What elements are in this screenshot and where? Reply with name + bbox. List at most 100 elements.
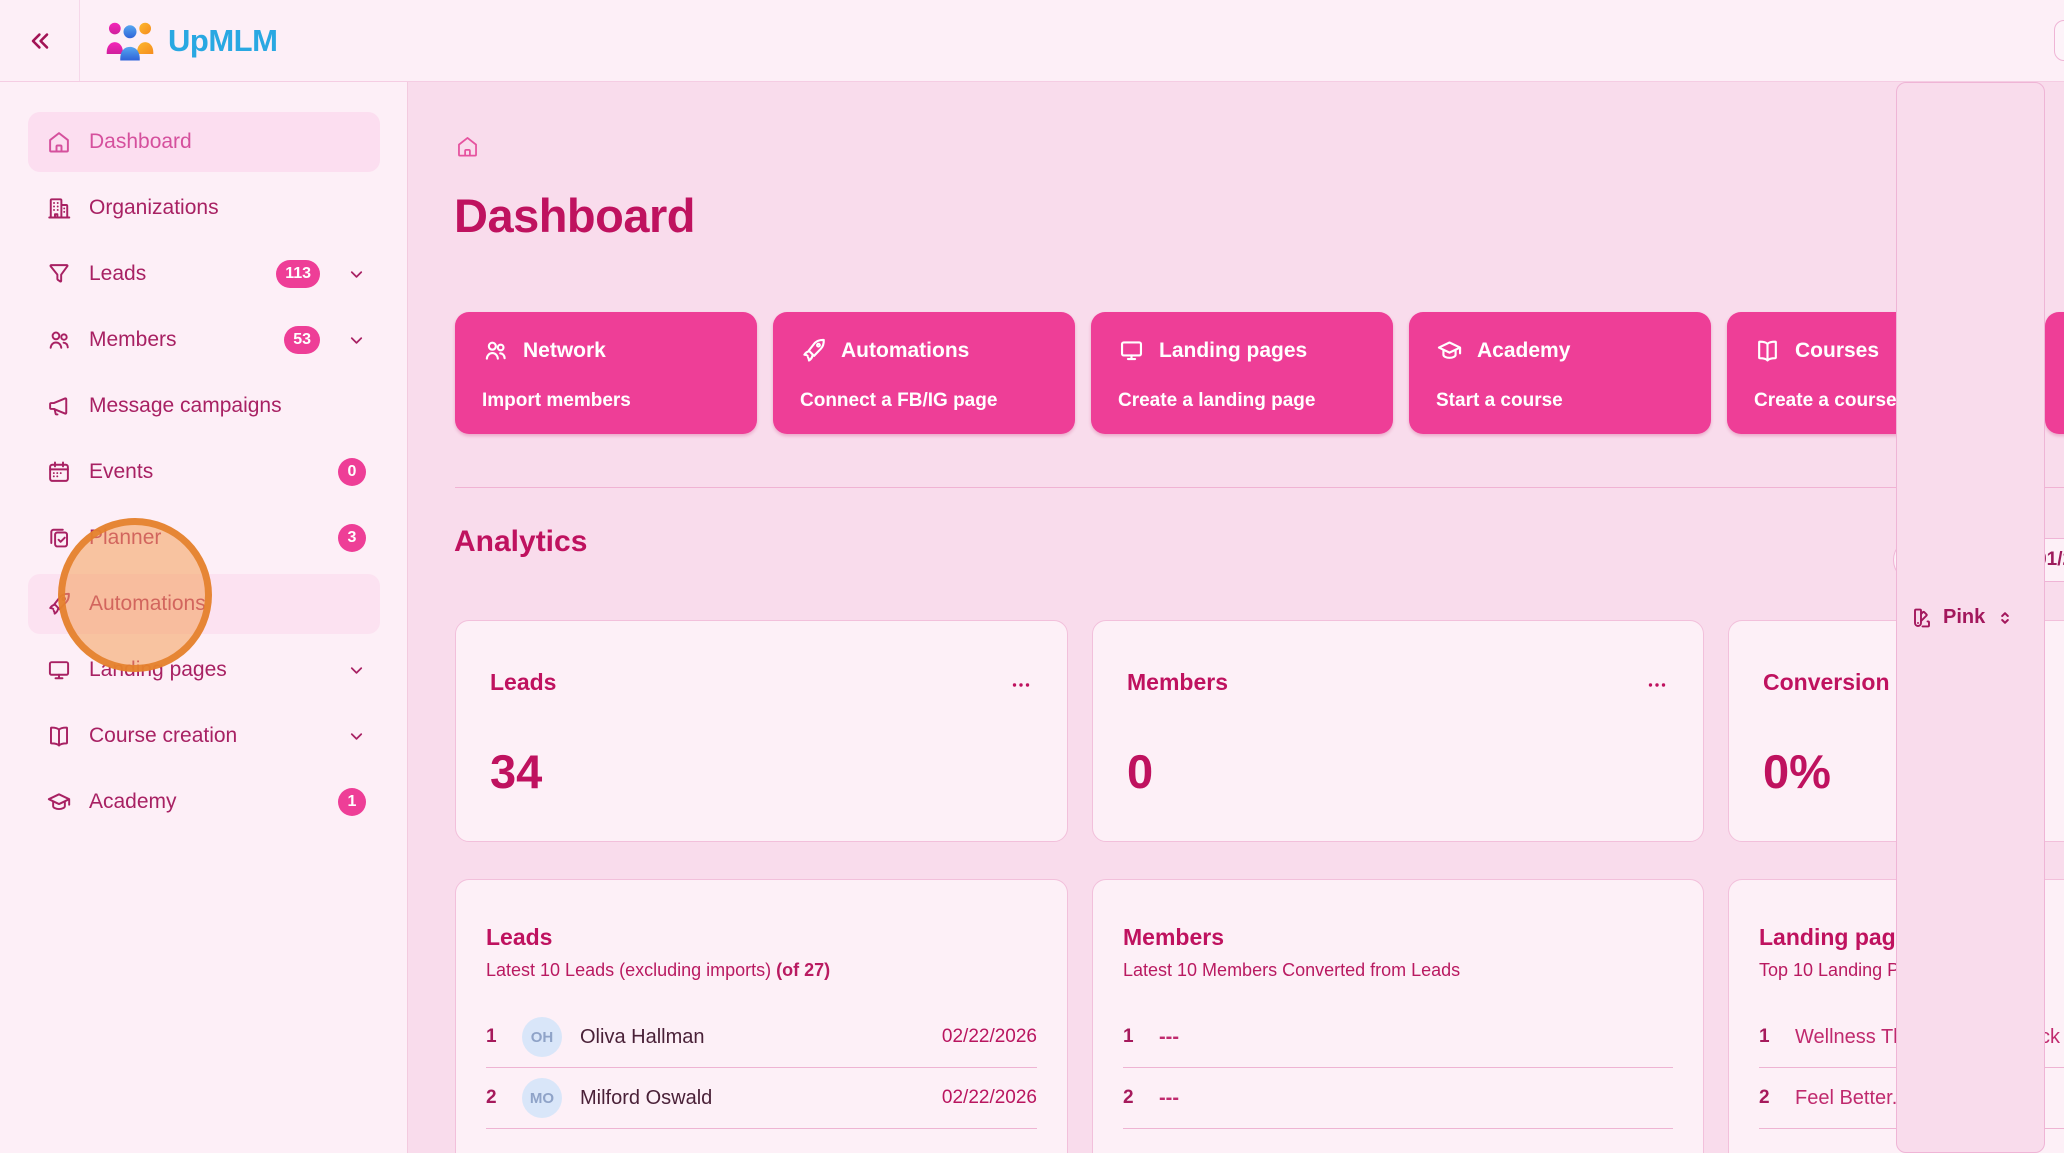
- quick-action-subtitle: Create a landing page: [1118, 390, 1366, 412]
- monitor-icon: [46, 657, 72, 683]
- stat-card-members: Members 0: [1092, 620, 1704, 842]
- stat-card-leads: Leads 34: [455, 620, 1068, 842]
- list-card-subtitle: Latest 10 Members Converted from Leads: [1123, 960, 1673, 981]
- row-index: 1: [486, 1026, 504, 1048]
- book-icon: [1754, 337, 1781, 364]
- quick-action-subtitle: Import members: [482, 390, 730, 412]
- more-options-icon[interactable]: [1645, 673, 1669, 697]
- sidebar-item-message-campaigns[interactable]: Message campaigns: [28, 376, 380, 436]
- quick-actions-row: Network Import members Automations Conne…: [455, 312, 2064, 434]
- upmlm-people-logo-icon: [104, 19, 156, 63]
- member-name: ---: [1159, 1087, 1673, 1110]
- sidebar-item-label: Members: [89, 328, 267, 352]
- quick-action-title: Academy: [1477, 339, 1570, 363]
- breadcrumb-home-icon[interactable]: [455, 134, 480, 159]
- sidebar-item-automations[interactable]: Automations: [28, 574, 380, 634]
- app-logo: UpMLM: [104, 0, 277, 81]
- sidebar-collapse-button[interactable]: [0, 0, 80, 81]
- row-index: 1: [1123, 1026, 1141, 1048]
- rocket-icon: [800, 337, 827, 364]
- chevron-down-icon: [347, 265, 366, 284]
- book-icon: [46, 723, 72, 749]
- leads-count-badge: 113: [276, 260, 320, 288]
- sidebar-item-label: Landing pages: [89, 658, 320, 682]
- megaphone-icon: [46, 393, 72, 419]
- sidebar-item-label: Organizations: [89, 196, 366, 220]
- section-divider: [455, 487, 2064, 488]
- analytics-heading: Analytics: [454, 525, 587, 559]
- quick-action-network[interactable]: Network Import members: [455, 312, 757, 434]
- swatch-icon: [1909, 606, 1933, 630]
- stat-card-title: Leads: [490, 669, 556, 696]
- planner-count-badge: 3: [338, 524, 366, 552]
- lead-name: Oliva Hallman: [580, 1026, 924, 1049]
- sidebar-item-course-creation[interactable]: Course creation: [28, 706, 380, 766]
- sidebar-item-academy[interactable]: Academy 1: [28, 772, 380, 832]
- row-index: 1: [1759, 1026, 1777, 1048]
- member-row[interactable]: 2 ---: [1123, 1068, 1673, 1129]
- calendar-icon: [46, 459, 72, 485]
- select-updown-icon: [1995, 608, 2015, 628]
- member-name: ---: [1159, 1026, 1673, 1049]
- list-cards-row: Leads Latest 10 Leads (excluding imports…: [455, 879, 2064, 1153]
- quick-action-academy[interactable]: Academy Start a course: [1409, 312, 1711, 434]
- row-index: 2: [1123, 1087, 1141, 1109]
- sidebar: Dashboard Organizations Leads 113 Member…: [0, 82, 408, 1153]
- app-window: UpMLM Pink Dashboard Organizations: [0, 0, 2064, 1153]
- sidebar-item-landing-pages[interactable]: Landing pages: [28, 640, 380, 700]
- sidebar-item-label: Dashboard: [89, 130, 366, 154]
- list-card-subtitle: Latest 10 Leads (excluding imports) (of …: [486, 960, 1037, 981]
- sidebar-item-leads[interactable]: Leads 113: [28, 244, 380, 304]
- sidebar-item-dashboard[interactable]: Dashboard: [28, 112, 380, 172]
- sidebar-item-members[interactable]: Members 53: [28, 310, 380, 370]
- lead-date: 02/22/2026: [942, 1087, 1037, 1109]
- list-card-leads: Leads Latest 10 Leads (excluding imports…: [455, 879, 1068, 1153]
- chevron-down-icon: [347, 727, 366, 746]
- row-index: 2: [1759, 1087, 1777, 1109]
- stat-card-value: 0: [1127, 744, 1669, 799]
- sidebar-item-planner[interactable]: Planner 3: [28, 508, 380, 568]
- rocket-icon: [46, 591, 72, 617]
- lead-date: 02/22/2026: [942, 1026, 1037, 1048]
- events-count-badge: 0: [338, 458, 366, 486]
- quick-action-partial[interactable]: [2045, 312, 2064, 434]
- quick-action-landing-pages[interactable]: Landing pages Create a landing page: [1091, 312, 1393, 434]
- lead-name: Milford Oswald: [580, 1087, 924, 1110]
- stat-card-title: Members: [1127, 669, 1228, 696]
- members-count-badge: 53: [284, 326, 320, 354]
- list-card-title: Leads: [486, 924, 1037, 951]
- more-options-icon[interactable]: [1009, 673, 1033, 697]
- sidebar-item-label: Course creation: [89, 724, 320, 748]
- list-card-title: Members: [1123, 924, 1673, 951]
- sidebar-item-organizations[interactable]: Organizations: [28, 178, 380, 238]
- lead-row[interactable]: 2 MO Milford Oswald 02/22/2026: [486, 1068, 1037, 1129]
- theme-selector-button[interactable]: Pink: [1896, 82, 2045, 1153]
- topbar-secondary-button[interactable]: [2054, 20, 2064, 61]
- stat-card-title: Conversion: [1763, 669, 1890, 696]
- lead-row[interactable]: 1 OH Oliva Hallman 02/22/2026: [486, 1007, 1037, 1068]
- main-content: Dashboard Network Import members Automat…: [408, 82, 2064, 1153]
- chevron-down-icon: [347, 661, 366, 680]
- chevron-down-icon: [347, 331, 366, 350]
- building-icon: [46, 195, 72, 221]
- sidebar-item-events[interactable]: Events 0: [28, 442, 380, 502]
- users-icon: [46, 327, 72, 353]
- quick-action-subtitle: Connect a FB/IG page: [800, 390, 1048, 412]
- sidebar-item-label: Planner: [89, 526, 321, 550]
- row-index: 2: [486, 1087, 504, 1109]
- graduation-cap-icon: [46, 789, 72, 815]
- users-icon: [482, 337, 509, 364]
- quick-action-title: Automations: [841, 339, 969, 363]
- sidebar-item-label: Events: [89, 460, 321, 484]
- sidebar-item-label: Message campaigns: [89, 394, 366, 418]
- quick-action-automations[interactable]: Automations Connect a FB/IG page: [773, 312, 1075, 434]
- graduation-cap-icon: [1436, 337, 1463, 364]
- brand-name: UpMLM: [168, 23, 277, 59]
- double-chevron-left-icon: [26, 27, 54, 55]
- stat-card-value: 34: [490, 744, 1033, 799]
- member-row[interactable]: 1 ---: [1123, 1007, 1673, 1068]
- page-title: Dashboard: [454, 188, 695, 243]
- theme-selector-value: Pink: [1943, 606, 1985, 629]
- quick-action-title: Landing pages: [1159, 339, 1307, 363]
- sidebar-item-label: Automations: [89, 592, 366, 616]
